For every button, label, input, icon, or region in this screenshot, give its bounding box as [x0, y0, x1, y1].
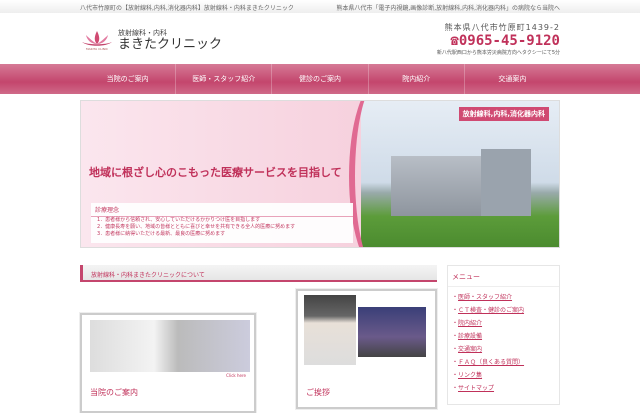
sidebar-item-links[interactable]: リンク集 [458, 372, 482, 379]
reception-photo [90, 320, 250, 372]
sidebar-item-faq[interactable]: ＦＡＱ（良くある質問） [458, 359, 524, 366]
card-title: ご挨拶 [306, 388, 330, 397]
contact-info: 熊本県八代市竹原町1439-2 ☎0965-45-9120 新八代駅西口から熊本… [437, 22, 560, 56]
top-bar: 八代市竹原町の【放射線科,内科,消化器内科】放射線科・内科まきたクリニック 熊本… [0, 0, 640, 13]
click-here-link[interactable]: Click here [226, 373, 246, 378]
sidebar-item-facility[interactable]: 院内紹介 [458, 320, 482, 327]
doctor-photo [304, 295, 356, 365]
card-title: 当院のご案内 [90, 388, 138, 397]
logo-title: まきたクリニック [118, 37, 223, 52]
section-heading: 放射線科・内科まきたクリニックについて [80, 265, 437, 282]
philosophy-item: 1．患者様から信頼され、安心していただけるかかりつけ医を目指します [97, 217, 261, 223]
department-badge: 放射線科,内科,消化器内科 [458, 107, 549, 121]
philosophy-item: 2．健康長寿を願い、地域の皆様とともに喜びと幸せを共有できる全人的医療に努めます [97, 224, 296, 230]
sidebar-menu: メニュー 医師・スタッフ紹介 ＣＴ検査・健診のご案内 院内紹介 診療設備 交通案… [447, 265, 560, 405]
phone-number[interactable]: 0965-45-9120 [459, 33, 560, 49]
philosophy-item: 3．患者様に納得いただける最新、最良の医療に努めます [97, 231, 226, 237]
clinic-night-photo [358, 307, 426, 357]
nav-access[interactable]: 交通案内 [465, 64, 560, 94]
greeting-card[interactable]: ご挨拶 [295, 288, 438, 410]
phone-icon: ☎ [450, 33, 459, 49]
nav-staff[interactable]: 医師・スタッフ紹介 [176, 64, 273, 94]
logo[interactable]: MAKITA CLINIC 放射線科・内科 まきたクリニック [80, 28, 222, 52]
nav-checkup[interactable]: 健診のご案内 [272, 64, 369, 94]
hero-banner: 放射線科,内科,消化器内科 地域に根ざし心のこもった医療サービスを目指して 診療… [80, 100, 560, 248]
access-info: 新八代駅西口から熊本労災病院方向へタクシーにて5分 [436, 50, 560, 56]
nav-about[interactable]: 当院のご案内 [80, 64, 177, 94]
main-nav: 当院のご案内 医師・スタッフ紹介 健診のご案内 院内紹介 交通案内 [0, 64, 640, 94]
hero-title: 地域に根ざし心のこもった医療サービスを目指して [89, 166, 342, 179]
sidebar-item-staff[interactable]: 医師・スタッフ紹介 [458, 294, 512, 301]
address: 熊本県八代市竹原町1439-2 [444, 23, 560, 32]
sidebar-item-access[interactable]: 交通案内 [458, 346, 482, 353]
tagline: 八代市竹原町の【放射線科,内科,消化器内科】放射線科・内科まきたクリニック [80, 5, 294, 12]
sidebar-item-ct[interactable]: ＣＴ検査・健診のご案内 [458, 307, 524, 314]
sidebar-item-sitemap[interactable]: サイトマップ [458, 385, 494, 392]
clinic-guide-card[interactable]: Click here 当院のご案内 [79, 312, 257, 413]
sidebar-item-equipment[interactable]: 診療設備 [458, 333, 482, 340]
nav-facility[interactable]: 院内紹介 [369, 64, 465, 94]
sidebar-title: メニュー [448, 266, 559, 287]
lotus-logo-icon: MAKITA CLINIC [80, 29, 114, 51]
tagline-right: 熊本県八代市「電子内視鏡,画像診断,放射線科,内科,消化器内科」の病院なら当院へ [336, 5, 560, 12]
philosophy-box: 診療理念 1．患者様から信頼され、安心していただけるかかりつけ医を目指します 2… [91, 203, 353, 243]
philosophy-title: 診療理念 [91, 203, 353, 217]
